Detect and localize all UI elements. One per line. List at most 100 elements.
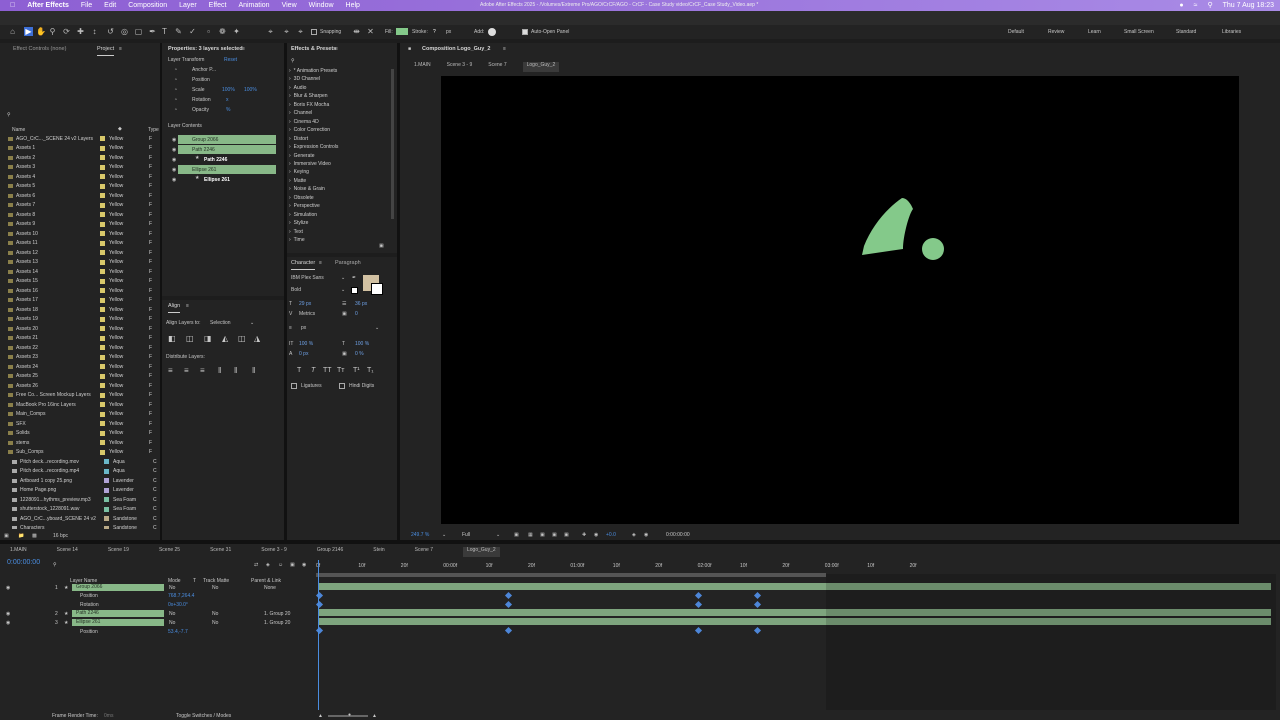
region-icon[interactable]: ▣ bbox=[514, 532, 519, 538]
project-item[interactable]: SFX Yellow F bbox=[0, 419, 160, 428]
label-color-swatch[interactable] bbox=[100, 269, 105, 274]
label-color-swatch[interactable] bbox=[100, 354, 105, 360]
rotate-tool-icon[interactable]: ↺ bbox=[106, 27, 115, 36]
menu-file[interactable]: File bbox=[81, 2, 92, 9]
orbit-tool-icon[interactable]: ⟳ bbox=[62, 27, 71, 36]
subscript-icon[interactable]: T₁ bbox=[367, 367, 374, 374]
pen-tool-icon[interactable]: ✒ bbox=[148, 27, 157, 36]
project-item[interactable]: stems Yellow F bbox=[0, 438, 160, 447]
eye-icon[interactable]: ◉ bbox=[6, 620, 10, 626]
distribute-right-icon[interactable]: ‖ bbox=[252, 366, 255, 375]
menu-animation[interactable]: Animation bbox=[238, 2, 269, 9]
effects-menu-icon[interactable]: ≡ bbox=[335, 46, 338, 52]
layer-mode[interactable]: No bbox=[169, 585, 175, 591]
label-color-swatch[interactable] bbox=[100, 174, 105, 179]
timeline-tab[interactable]: Logo_Guy_2 bbox=[463, 547, 500, 557]
layer-parent[interactable]: 1. Group 20 bbox=[264, 611, 290, 617]
menu-help[interactable]: Help bbox=[346, 2, 360, 9]
label-color-swatch[interactable] bbox=[100, 145, 105, 151]
keyframe[interactable] bbox=[694, 591, 703, 600]
eye-icon[interactable]: ◉ bbox=[172, 167, 176, 173]
type-tool-icon[interactable]: T bbox=[160, 27, 169, 36]
timeline-search-icon[interactable]: ⚲ bbox=[53, 562, 57, 568]
label-color-swatch[interactable] bbox=[100, 193, 105, 198]
hindi-digits-checkbox[interactable] bbox=[339, 383, 345, 389]
project-item[interactable]: Assets 24 Yellow F bbox=[0, 362, 160, 371]
keyframe[interactable] bbox=[753, 600, 762, 609]
tab-character[interactable]: Character bbox=[291, 260, 316, 270]
label-color-swatch[interactable] bbox=[100, 373, 105, 379]
record-icon[interactable]: ● bbox=[1179, 2, 1183, 9]
keyframe[interactable] bbox=[504, 591, 513, 600]
project-item[interactable]: Assets 25 Yellow F bbox=[0, 372, 160, 381]
project-item[interactable]: AGO_CrC..._SCENE 24 v2 Layers Yellow F bbox=[0, 134, 160, 143]
eraser-tool-icon[interactable]: ▫ bbox=[204, 27, 213, 36]
keyframe[interactable] bbox=[504, 626, 513, 635]
kerning-value[interactable]: Metrics bbox=[299, 311, 315, 317]
align-menu-icon[interactable]: ≡ bbox=[186, 303, 189, 309]
keyframe[interactable] bbox=[753, 591, 762, 600]
align-right-icon[interactable]: ◨ bbox=[204, 334, 212, 343]
toggle-switches-modes[interactable]: Toggle Switches / Modes bbox=[176, 713, 231, 719]
effect-category[interactable]: › Stylize bbox=[289, 219, 308, 227]
prop-rotation-value[interactable]: 0x+30.0° bbox=[168, 602, 188, 608]
project-item[interactable]: 1228091...hythms_preview.mp3 Sea Foam C bbox=[0, 495, 160, 504]
project-item[interactable]: Home Page.png Lavender C bbox=[0, 486, 160, 495]
project-item[interactable]: shutterstock_1228091.wav Sea Foam C bbox=[0, 505, 160, 514]
project-item[interactable]: Sub_Comps Yellow F bbox=[0, 448, 160, 457]
prop-position-value[interactable]: 768.7,264.4 bbox=[168, 593, 194, 599]
chevron-down-icon[interactable]: ⌄ bbox=[375, 325, 379, 331]
rotation-value[interactable]: x bbox=[226, 97, 229, 103]
chevron-right-icon[interactable]: › bbox=[289, 68, 291, 74]
distribute-vcenter-icon[interactable]: ≡ bbox=[184, 366, 189, 375]
transparency-grid-icon[interactable]: ▦ bbox=[528, 532, 533, 538]
reset-button[interactable]: Reset bbox=[224, 57, 237, 63]
project-item[interactable]: Assets 13 Yellow F bbox=[0, 258, 160, 267]
keyframe[interactable] bbox=[753, 626, 762, 635]
label-color-swatch[interactable] bbox=[100, 421, 105, 426]
chevron-right-icon[interactable]: › bbox=[289, 203, 291, 209]
distribute-top-icon[interactable]: ≡ bbox=[168, 366, 173, 375]
apple-icon[interactable]:  bbox=[10, 2, 15, 9]
menu-view[interactable]: View bbox=[282, 2, 297, 9]
chevron-right-icon[interactable]: › bbox=[289, 85, 291, 91]
distribute-left-icon[interactable]: ‖ bbox=[218, 366, 221, 375]
effect-category[interactable]: › Blur & Sharpen bbox=[289, 92, 328, 100]
zoom-in-icon[interactable]: ▲ bbox=[372, 713, 377, 719]
eye-icon[interactable]: ◉ bbox=[172, 177, 176, 183]
chevron-right-icon[interactable]: › bbox=[289, 178, 291, 184]
resolution-select[interactable]: Full bbox=[462, 532, 470, 538]
search-icon[interactable]: ⚲ bbox=[1207, 1, 1212, 9]
label-col-icon[interactable]: ◆ bbox=[118, 126, 122, 132]
effect-category[interactable]: › Time bbox=[289, 236, 305, 244]
align-to-select[interactable]: Selection bbox=[210, 320, 231, 326]
effect-category[interactable]: › Channel bbox=[289, 109, 312, 117]
timeline-tab[interactable]: Stein bbox=[373, 547, 384, 557]
align-bottom-icon[interactable]: ◮ bbox=[254, 334, 260, 343]
content-ellipse-row[interactable]: Ellipse 261 bbox=[178, 165, 276, 174]
font-size-value[interactable]: 29 px bbox=[299, 301, 311, 307]
label-color-swatch[interactable] bbox=[104, 516, 109, 521]
content-path-row[interactable]: Path 2246 bbox=[178, 145, 276, 154]
project-search-icon[interactable]: ⚲ bbox=[7, 112, 11, 118]
zoom-tool-icon[interactable]: ⚲ bbox=[48, 27, 57, 36]
axis-icon[interactable]: ⌖ bbox=[266, 27, 275, 36]
label-color-swatch[interactable] bbox=[100, 278, 105, 284]
label-color-swatch[interactable] bbox=[100, 240, 105, 246]
project-item[interactable]: Pitch deck...recording.mov Aqua C bbox=[0, 457, 160, 466]
ligatures-checkbox[interactable] bbox=[291, 383, 297, 389]
snapping-checkbox[interactable] bbox=[311, 29, 317, 35]
faux-italic-icon[interactable]: T bbox=[311, 367, 315, 374]
anchor-tool-icon[interactable]: ◎ bbox=[120, 27, 129, 36]
chevron-down-icon[interactable]: ⌄ bbox=[250, 320, 254, 326]
dolly-tool-icon[interactable]: ↕ bbox=[90, 27, 99, 36]
project-item[interactable]: Assets 15 Yellow F bbox=[0, 277, 160, 286]
brush-tool-icon[interactable]: ✎ bbox=[174, 27, 183, 36]
eyedropper-icon[interactable]: ✒ bbox=[352, 275, 356, 281]
stopwatch-icon[interactable]: ◔ bbox=[174, 67, 177, 73]
chevron-down-icon[interactable]: ⌄ bbox=[341, 287, 345, 293]
timeline-tab[interactable]: Scene 31 bbox=[210, 547, 231, 557]
project-item[interactable]: Artboard 1 copy 25.png Lavender C bbox=[0, 476, 160, 485]
project-item[interactable]: Assets 23 Yellow F bbox=[0, 353, 160, 362]
project-item[interactable]: Assets 20 Yellow F bbox=[0, 324, 160, 333]
